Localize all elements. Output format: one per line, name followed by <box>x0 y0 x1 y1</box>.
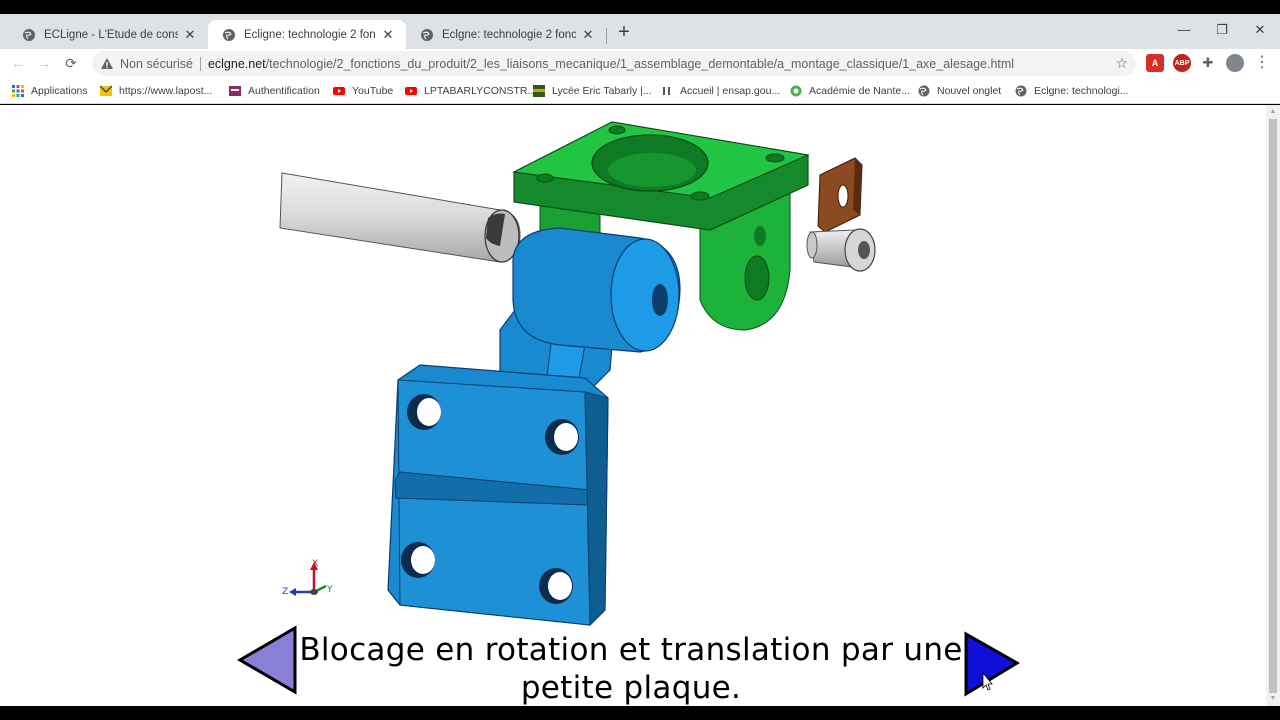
next-arrow-button[interactable] <box>964 631 1020 697</box>
scroll-down-icon[interactable]: ▼ <box>1269 695 1277 702</box>
school-icon <box>533 85 545 97</box>
bookmark-laposte[interactable]: https://www.lapost... <box>100 82 212 100</box>
tab-title: ECLigne - L'Etude de construction <box>44 28 178 41</box>
tab-divider <box>606 28 607 44</box>
address-bar[interactable]: Non sécurisé eclgne.net/technologie/2_fo… <box>92 51 1136 76</box>
url-text[interactable]: eclgne.net/technologie/2_fonctions_du_pr… <box>208 57 1014 71</box>
axis-z-label: Z <box>282 587 288 597</box>
mail-icon <box>100 85 112 96</box>
bookmark-ensap[interactable]: Accueil | ensap.gou... <box>661 82 780 100</box>
arrow-right-icon <box>964 631 1020 697</box>
forward-button[interactable]: → <box>34 53 54 73</box>
tab-eclgne-2[interactable]: Eclgne: technologie 2 fonctions ✕ <box>406 20 606 49</box>
reload-button[interactable]: ⟳ <box>61 53 81 73</box>
globe-icon <box>918 85 930 97</box>
youtube-icon <box>405 87 417 95</box>
close-tab-icon[interactable]: ✕ <box>182 27 198 43</box>
close-tab-icon[interactable]: ✕ <box>380 27 396 43</box>
scrollbar-thumb[interactable] <box>1269 119 1277 693</box>
apps-grid-icon <box>12 85 24 97</box>
close-tab-icon[interactable]: ✕ <box>580 27 596 43</box>
url-path: /technologie/2_fonctions_du_produit/2_le… <box>265 56 1015 71</box>
globe-icon <box>23 28 35 41</box>
bookmark-nouvel-onglet[interactable]: Nouvel onglet <box>918 82 1001 100</box>
security-status[interactable]: Non sécurisé <box>120 57 193 71</box>
axis-y-label: Y <box>326 585 333 595</box>
bookmark-star-icon[interactable]: ☆ <box>1115 55 1128 72</box>
tab-eclgne-active[interactable]: Ecligne: technologie 2 fonctions ✕ <box>208 20 406 49</box>
pdf-extension-icon[interactable]: A <box>1146 54 1164 72</box>
axes-triad: X Y Z <box>282 559 333 597</box>
bookmark-academie-nantes[interactable]: Académie de Nante... <box>790 82 910 100</box>
omnibox-divider <box>199 56 201 71</box>
bookmark-authentification[interactable]: Authentification <box>229 82 320 100</box>
tab-title: Ecligne: technologie 2 fonctions <box>244 28 376 41</box>
arrow-left-icon <box>237 625 297 695</box>
tab-strip: ECLigne - L'Etude de construction ✕ Ecli… <box>0 14 1280 49</box>
academy-icon <box>790 85 802 97</box>
bookmark-youtube[interactable]: YouTube <box>333 82 393 100</box>
url-host: eclgne.net <box>207 56 266 71</box>
bookmark-lycee-tabarly[interactable]: Lycée Eric Tabarly |... <box>533 82 652 100</box>
minimize-button[interactable]: — <box>1170 22 1198 42</box>
bookmark-applications[interactable]: Applications <box>12 82 88 100</box>
new-tab-button[interactable]: + <box>614 22 634 43</box>
globe-icon <box>421 28 433 41</box>
vertical-scrollbar[interactable]: ▲ ▼ <box>1266 105 1280 706</box>
puzzle-extension-icon[interactable]: ✚ <box>1199 54 1217 72</box>
arm-part <box>387 227 681 627</box>
bookmarks-bar: Applications https://www.lapost... Authe… <box>0 78 1280 104</box>
profile-avatar[interactable] <box>1226 54 1244 72</box>
maximize-button[interactable]: ❐ <box>1208 22 1236 42</box>
tab-title: Eclgne: technologie 2 fonctions <box>442 28 576 41</box>
globe-icon <box>1015 85 1027 97</box>
tab-ecligne-home[interactable]: ECLigne - L'Etude de construction ✕ <box>8 20 208 49</box>
browser-menu-icon[interactable]: ⋮ <box>1252 53 1272 73</box>
plate-part <box>817 157 863 233</box>
bottom-letterbox <box>0 706 1280 720</box>
youtube-icon <box>333 87 345 95</box>
back-button[interactable]: ← <box>8 53 28 73</box>
axis-x-label: X <box>312 559 318 569</box>
globe-icon <box>223 28 235 41</box>
ensap-icon <box>663 87 670 95</box>
shaft-part <box>279 172 521 263</box>
adblock-extension-icon[interactable]: ABP <box>1173 54 1191 72</box>
top-letterbox <box>0 0 1280 14</box>
bookmark-lptabarly[interactable]: LPTABARLYCONSTR... <box>405 82 536 100</box>
slide-caption: Blocage en rotation et translation par u… <box>299 632 963 706</box>
bookmark-eclgne[interactable]: Eclgne: technologi... <box>1015 82 1129 100</box>
close-window-button[interactable]: ✕ <box>1246 22 1274 42</box>
page-content: X Y Z Blocage en rotation et translation… <box>0 105 1266 706</box>
browser-toolbar: ← → ⟳ Non sécurisé eclgne.net/technologi… <box>0 49 1280 78</box>
screw-part <box>806 228 876 272</box>
previous-arrow-button[interactable] <box>237 625 297 695</box>
warning-icon <box>101 57 113 69</box>
scroll-up-icon[interactable]: ▲ <box>1269 108 1277 115</box>
assembly-illustration: X Y Z <box>237 121 1020 697</box>
auth-icon <box>229 86 241 96</box>
